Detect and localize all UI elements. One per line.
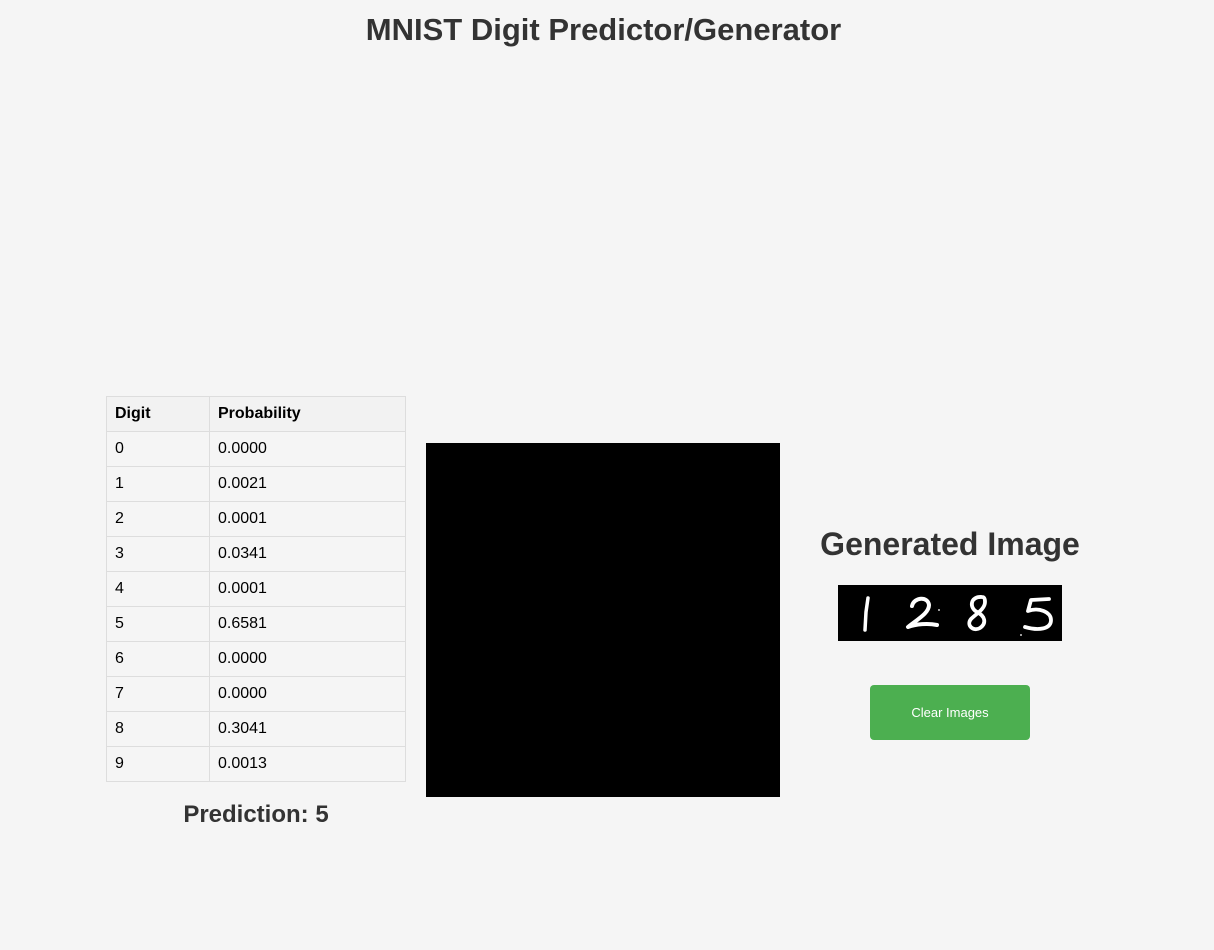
table-row: 7 0.0000	[106, 676, 406, 712]
table-row: 9 0.0013	[106, 746, 406, 782]
probability-table: Digit Probability 0 0.0000 1 0.0021 2 0.000…	[106, 396, 406, 782]
prediction-result: Prediction: 5	[183, 801, 329, 828]
page-title: MNIST Digit Predictor/Generator	[365, 12, 842, 47]
column-header-digit: Digit	[106, 396, 210, 432]
digit-cell: 2	[106, 501, 210, 537]
generated-digits-image	[838, 585, 1062, 641]
table-header-row: Digit Probability	[106, 396, 406, 432]
digit-cell: 3	[106, 536, 210, 572]
table-row: 8 0.3041	[106, 711, 406, 747]
probability-cell: 0.0001	[209, 571, 406, 607]
probability-cell: 0.0000	[209, 676, 406, 712]
drawing-canvas[interactable]	[426, 443, 780, 797]
digit-cell: 1	[106, 466, 210, 502]
digit-cell: 4	[106, 571, 210, 607]
probability-cell: 0.0341	[209, 536, 406, 572]
probability-cell: 0.0001	[209, 501, 406, 537]
digit-cell: 5	[106, 606, 210, 642]
column-header-probability: Probability	[209, 396, 406, 432]
digit-cell: 7	[106, 676, 210, 712]
table-row: 2 0.0001	[106, 501, 406, 537]
digit-cell: 6	[106, 641, 210, 677]
probability-cell: 0.3041	[209, 711, 406, 747]
probability-cell: 0.0013	[209, 746, 406, 782]
table-row: 5 0.6581	[106, 606, 406, 642]
probability-cell: 0.0021	[209, 466, 406, 502]
clear-images-button[interactable]: Clear Images	[870, 685, 1030, 740]
table-row: 6 0.0000	[106, 641, 406, 677]
table-row: 3 0.0341	[106, 536, 406, 572]
table-row: 4 0.0001	[106, 571, 406, 607]
table-row: 0 0.0000	[106, 431, 406, 467]
probability-cell: 0.0000	[209, 641, 406, 677]
digit-cell: 8	[106, 711, 210, 747]
digit-cell: 9	[106, 746, 210, 782]
generated-image-heading: Generated Image	[820, 526, 1080, 562]
probability-cell: 0.6581	[209, 606, 406, 642]
digit-cell: 0	[106, 431, 210, 467]
probability-cell: 0.0000	[209, 431, 406, 467]
table-row: 1 0.0021	[106, 466, 406, 502]
